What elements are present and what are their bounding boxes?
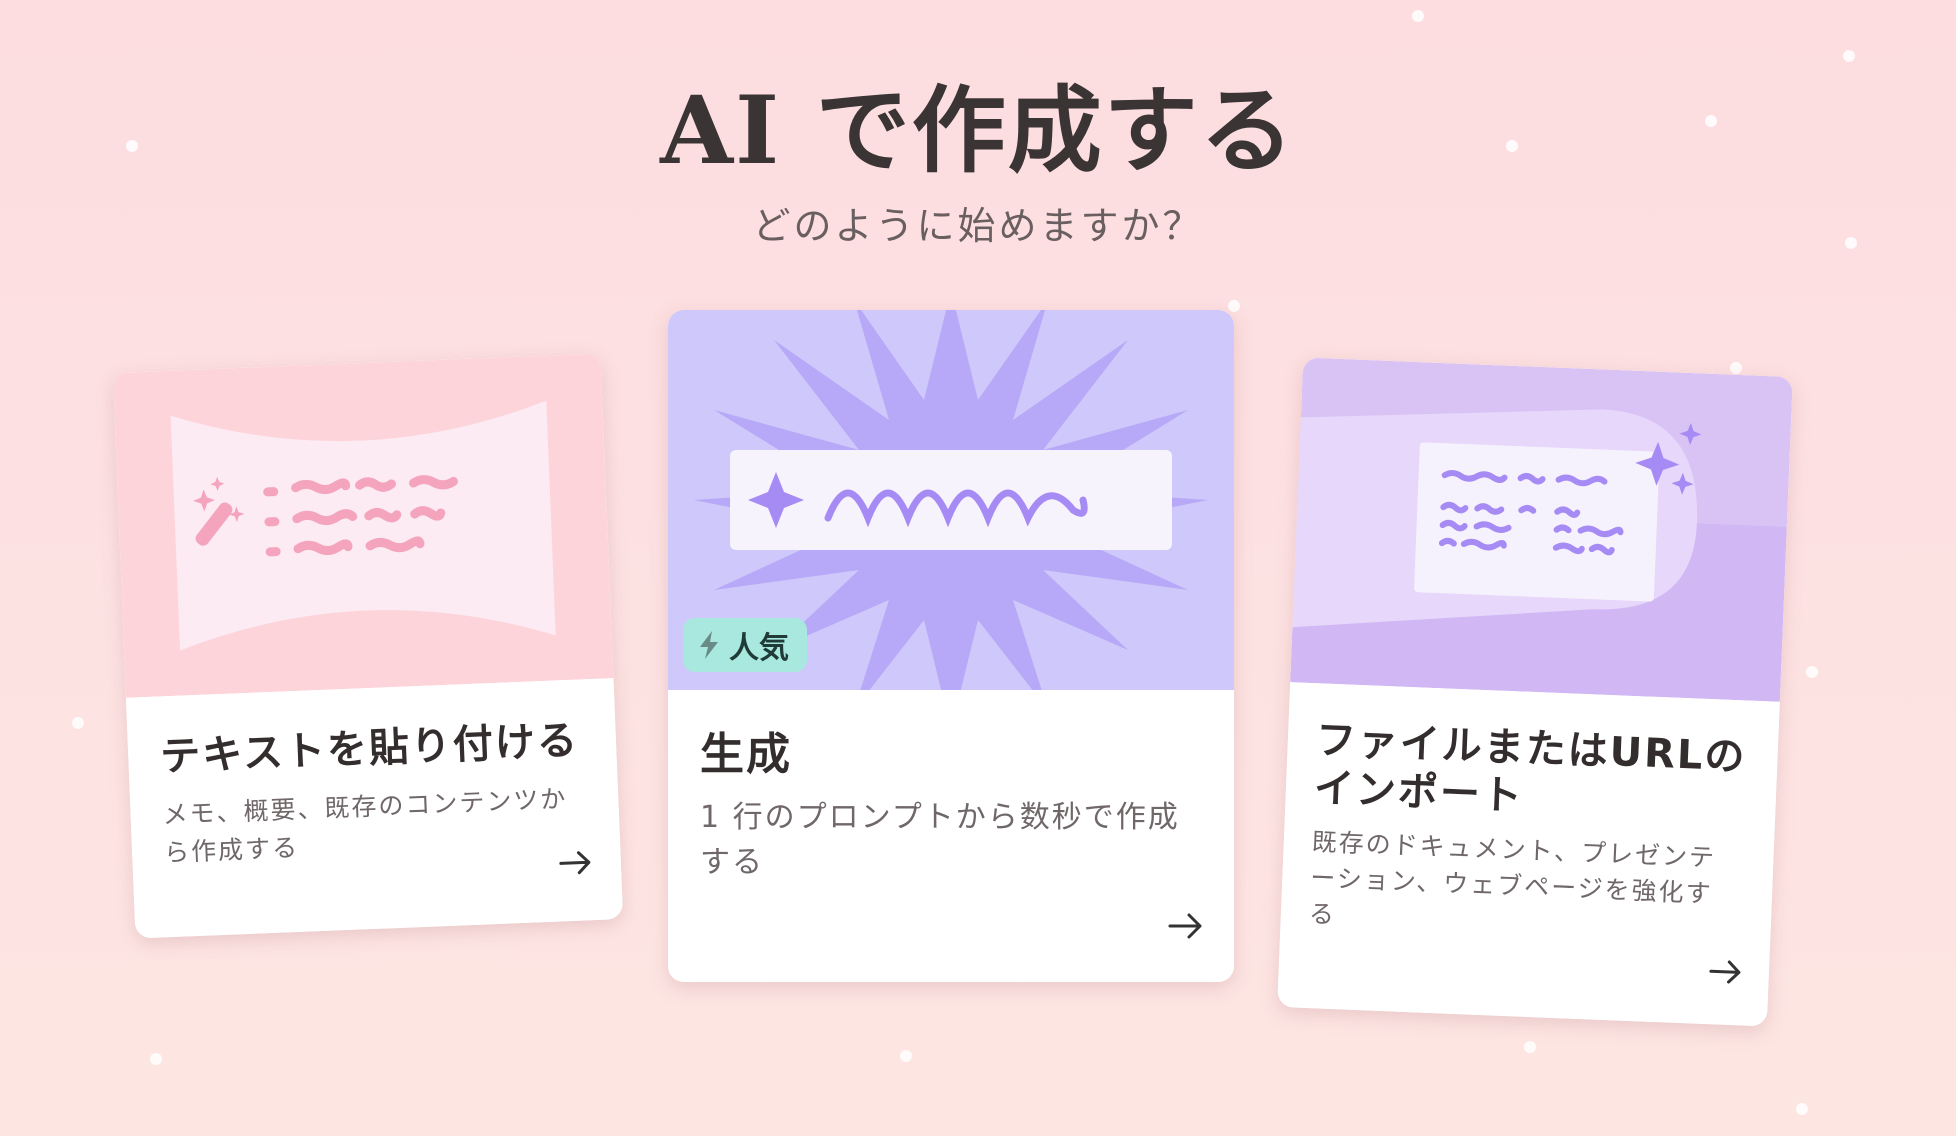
paste-text-illustration: [112, 353, 614, 698]
card-description: する: [700, 845, 764, 880]
generate-illustration: 人気: [668, 310, 1234, 690]
background-dot: [900, 1050, 912, 1062]
background-dot: [72, 717, 84, 729]
background-dot: [1730, 362, 1742, 374]
card-title: テキストを貼り付ける: [159, 717, 580, 781]
card-description: る: [1308, 899, 1337, 930]
import-illustration: [1290, 357, 1793, 702]
arrow-right-icon[interactable]: [1708, 958, 1743, 985]
background-dot: [1524, 1041, 1536, 1053]
lightning-icon: [700, 631, 718, 659]
background-dot: [1796, 1103, 1808, 1115]
card-title: 生成: [700, 729, 792, 780]
paste-text-card[interactable]: テキストを貼り付ける メモ、概要、既存のコンテンツか ら作成する: [112, 353, 624, 939]
card-description: メモ、概要、既存のコンテンツか: [162, 784, 568, 830]
arrow-right-icon[interactable]: [1168, 912, 1204, 940]
popular-badge: 人気: [683, 618, 807, 672]
import-card[interactable]: ファイルまたはURLの インポート 既存のドキュメント、プレゼンテ ーション、ウ…: [1277, 357, 1793, 1027]
card-description: 1 行のプロンプトから数秒で作成: [700, 800, 1180, 835]
background-dot: [150, 1053, 162, 1065]
card-title: インポート: [1313, 765, 1525, 820]
card-description: ら作成する: [163, 832, 300, 868]
page-title: AI で作成する: [660, 76, 1296, 186]
arrow-right-icon[interactable]: [558, 849, 593, 876]
background-dot: [1806, 666, 1818, 678]
badge-label: 人気: [729, 631, 789, 666]
generate-card[interactable]: 人気 生成 1 行のプロンプトから数秒で作成 する: [668, 310, 1234, 982]
page-subtitle: どのように始めますか？: [752, 204, 1204, 248]
background-dot: [1412, 10, 1424, 22]
